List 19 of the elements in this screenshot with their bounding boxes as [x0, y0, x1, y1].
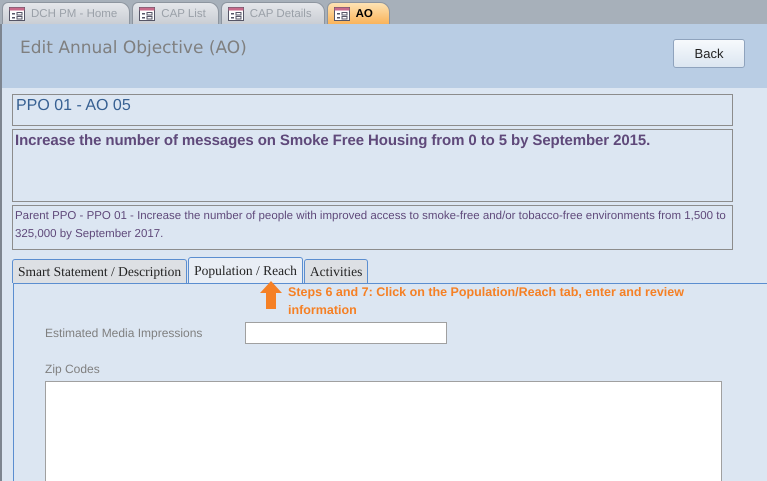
arrow-up-icon — [260, 281, 282, 309]
form-tab[interactable]: Smart Statement / Description — [12, 259, 188, 283]
form-icon — [139, 6, 156, 20]
form-title: Edit Annual Objective (AO) — [20, 38, 247, 58]
form-icon — [9, 6, 25, 20]
zip-codes-field[interactable] — [45, 381, 722, 481]
document-tab[interactable]: AO — [326, 2, 390, 24]
form-tab[interactable]: Population / Reach — [188, 257, 303, 283]
field-label: Zip Codes — [45, 362, 101, 376]
form-icon — [334, 6, 350, 20]
instruction-text: Steps 6 and 7: Click on the Population/Reach tab, enter and review information — [288, 284, 685, 319]
objective-statement: Increase the number of messages on Smoke Free Housing from 0 to 5 by September 2015. — [12, 129, 733, 202]
objective-code: PPO 01 - AO 05 — [12, 94, 733, 126]
form-icon — [228, 6, 244, 20]
field-label: Estimated Media Impressions — [45, 326, 204, 340]
back-button[interactable]: Back — [673, 39, 745, 68]
form-tab[interactable]: Activities — [304, 259, 368, 283]
impressions-field[interactable] — [245, 322, 447, 344]
parent-objective-text: Parent PPO - PPO 01 - Increase the number of people with improved access to smoke-free and/or tobacco-free environments from 1,500 to 325,000 by September 2017. — [12, 205, 733, 250]
